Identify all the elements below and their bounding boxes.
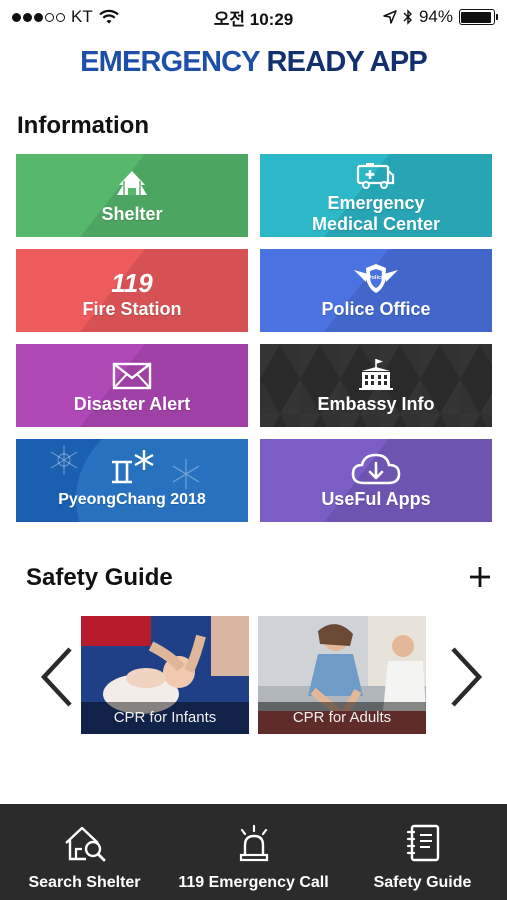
tile-shelter-label: Shelter	[101, 203, 163, 224]
tile-fire-label: Fire Station	[82, 298, 182, 319]
119-logo-icon: 119	[107, 262, 157, 296]
tile-pyeongchang-label: PyeongChang 2018	[58, 490, 206, 508]
cloud-download-icon	[350, 452, 402, 486]
battery-icon	[458, 9, 498, 25]
status-time: 오전 10:29	[213, 9, 294, 29]
tile-emc-label-line2: Medical Center	[311, 214, 441, 234]
tile-useful-apps[interactable]: UseFul Apps	[260, 439, 492, 522]
status-right: 94%	[325, 7, 498, 27]
guide-card-cpr-adults[interactable]: CPR for Adults	[258, 616, 426, 734]
tile-emc-label-line1: Emergency	[327, 193, 425, 213]
safety-guide-heading: Safety Guide	[26, 564, 173, 591]
carousel-next-icon[interactable]	[449, 645, 485, 709]
snowflake-decoration-icon	[172, 459, 200, 489]
tile-fire-station[interactable]: 119 Fire Station	[16, 249, 248, 332]
location-arrow-icon	[383, 10, 397, 24]
app-title: EMERGENCY READY APP	[0, 46, 507, 79]
envelope-icon	[112, 357, 152, 391]
carousel-prev-icon[interactable]	[38, 645, 74, 709]
search-shelter-icon	[62, 822, 108, 864]
carrier-name: KT	[71, 7, 93, 26]
svg-text:119: 119	[111, 268, 153, 296]
police-badge-icon: Police	[352, 262, 400, 296]
battery-percent: 94%	[418, 7, 453, 26]
pyeongchang-logo-icon	[106, 449, 158, 486]
guide-book-icon	[404, 822, 442, 864]
signal-strength-icon	[12, 12, 65, 22]
status-left: KT	[12, 7, 182, 27]
add-plus-icon[interactable]	[467, 564, 493, 590]
tab-safety-guide[interactable]: Safety Guide	[338, 804, 507, 900]
tab-119-label: 119 Emergency Call	[178, 874, 329, 891]
guide-card-caption: CPR for Adults	[258, 702, 426, 734]
tile-apps-label: UseFul Apps	[321, 488, 431, 509]
ambulance-icon	[356, 156, 396, 190]
svg-text:Police: Police	[368, 275, 384, 281]
tab-search-shelter[interactable]: Search Shelter	[0, 804, 169, 900]
guide-card-caption: CPR for Infants	[81, 702, 249, 734]
tile-police-label: Police Office	[321, 298, 431, 319]
status-bar: KT 오전 10:29 94%	[0, 0, 507, 34]
tile-embassy-info[interactable]: Embassy Info	[260, 344, 492, 427]
snowflake-decoration-icon	[50, 445, 78, 475]
bottom-tab-bar: Search Shelter 119 Emergency Call Safety…	[0, 804, 507, 900]
information-heading: Information	[17, 112, 149, 139]
tile-disaster-alert[interactable]: Disaster Alert	[16, 344, 248, 427]
shelter-icon	[113, 167, 151, 201]
wifi-icon	[98, 9, 119, 24]
tile-embassy-label: Embassy Info	[317, 393, 435, 414]
guide-card-cpr-infants[interactable]: CPR for Infants	[81, 616, 249, 734]
tab-119-emergency-call[interactable]: 119 Emergency Call	[169, 804, 338, 900]
bluetooth-icon	[403, 9, 412, 25]
app-title-part2: READY APP	[266, 46, 428, 78]
tile-alert-label: Disaster Alert	[73, 393, 191, 414]
tile-emergency-medical-center[interactable]: Emergency Medical Center	[260, 154, 492, 237]
tile-emc-label: Emergency Medical Center	[312, 193, 440, 235]
tile-shelter[interactable]: Shelter	[16, 154, 248, 237]
tab-search-shelter-label: Search Shelter	[28, 874, 141, 891]
app-title-part1: EMERGENCY	[80, 46, 267, 78]
embassy-building-icon	[356, 357, 396, 391]
tile-pyeongchang-2018[interactable]: PyeongChang 2018	[16, 439, 248, 522]
tile-police-office[interactable]: Police Police Office	[260, 249, 492, 332]
siren-icon	[234, 822, 274, 864]
tab-safety-guide-label: Safety Guide	[373, 874, 472, 891]
